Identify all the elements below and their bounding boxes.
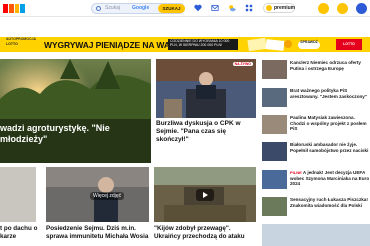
news-thumbnail [262,142,287,161]
news-title-text: A jednak! Jest decyzja UEFA wobec Szymon… [290,170,370,187]
grid-icon[interactable] [245,4,253,12]
news-thumbnail [262,170,287,189]
news-thumbnail [262,60,287,79]
news-title[interactable]: Brat ważnego polityka PiS aresztowany. "… [290,88,370,99]
mail-icon[interactable] [337,3,348,14]
site-logo[interactable] [3,4,25,13]
news-item[interactable]: Brat ważnego polityka PiS aresztowany. "… [262,88,370,114]
premium-button[interactable]: premium [263,3,295,13]
google-label: Google [132,5,150,11]
card-image[interactable] [154,167,256,222]
search-box[interactable]: Szukaj Google SZUKAJ [91,3,185,14]
news-thumbnail [262,197,287,216]
top-bar: Szukaj Google SZUKAJ premium [0,0,370,17]
weather-icon[interactable] [228,4,236,12]
news-title[interactable]: Kanclerz Niemiec odrzuca oferty Putina i… [290,60,370,71]
news-title[interactable]: PILNE A jednak! Jest decyzja UEFA wobec … [290,170,370,187]
card-title[interactable]: t po dachu o karze [0,225,40,241]
live-badge: NA ŻYWO [232,62,253,66]
card-image[interactable] [0,167,36,222]
search-icon [96,6,101,11]
news-thumbnail [262,115,287,134]
ad-ticket-image [247,37,292,52]
envelope-icon[interactable] [211,4,219,12]
user-avatar-icon[interactable] [356,3,367,14]
card-title[interactable]: "Kijów zdobył przewagę". Ukraińcy przech… [154,225,258,241]
notifications-icon[interactable] [318,3,329,14]
hero-story[interactable]: wadzi agroturystykę. "Nie młodzieży" [0,59,151,163]
card-title[interactable]: Posiedzenie Sejmu. Dziś m.in. sprawa imm… [46,225,150,241]
news-title[interactable]: Sensacyjny ruch Łukasza Piszczka! Znakom… [290,197,370,208]
news-item[interactable]: PILNE A jednak! Jest decyzja UEFA wobec … [262,170,370,196]
ad-label: AUTOPROMOCJA [6,37,37,41]
search-button[interactable]: SZUKAJ [158,4,185,13]
news-title[interactable]: Białoruski ambasador nie żyje. Popełnił … [290,142,370,153]
news-item[interactable]: Sensacyjny ruch Łukasza Piszczka! Znakom… [262,197,370,223]
news-item[interactable]: Białoruski ambasador nie żyje. Popełnił … [262,142,370,168]
news-title[interactable]: Paulina Matysiak zawieszona. Chodzi o ws… [290,115,370,132]
ad-info-box: CODZIENNIE DO WYGRANIA 10 000 PLN, W SIE… [168,39,238,50]
ad-cta-button[interactable]: SPRAWDŹ [298,40,320,49]
card-image[interactable] [262,224,370,246]
mid-story-image[interactable]: NA ŻYWO [156,59,256,118]
hero-title[interactable]: wadzi agroturystykę. "Nie młodzieży" [0,123,151,145]
ad-banner[interactable]: AUTOPROMOCJA LOTTO WYGRYWAJ PIENIĄDZE NA… [0,37,370,52]
mid-story-title[interactable]: Burzliwa dyskusja o CPK w Sejmie. "Pana … [156,120,256,144]
more-photos-label: Więcej zdjęć [90,192,125,200]
breaking-badge: PILNE [290,170,302,175]
news-item[interactable]: Paulina Matysiak zawieszona. Chodzi o ws… [262,115,370,141]
search-input[interactable]: Szukaj [105,5,120,11]
play-icon[interactable] [196,188,214,201]
ad-brand-small: LOTTO [6,42,18,46]
news-thumbnail [262,88,287,107]
card-image[interactable]: Więcej zdjęć [46,167,149,222]
ad-lotto-logo: LOTTO [336,39,362,50]
sejm-image [156,59,256,118]
heart-icon[interactable] [194,4,202,12]
news-item[interactable]: Kanclerz Niemiec odrzuca oferty Putina i… [262,60,370,86]
hero-image [0,59,151,163]
